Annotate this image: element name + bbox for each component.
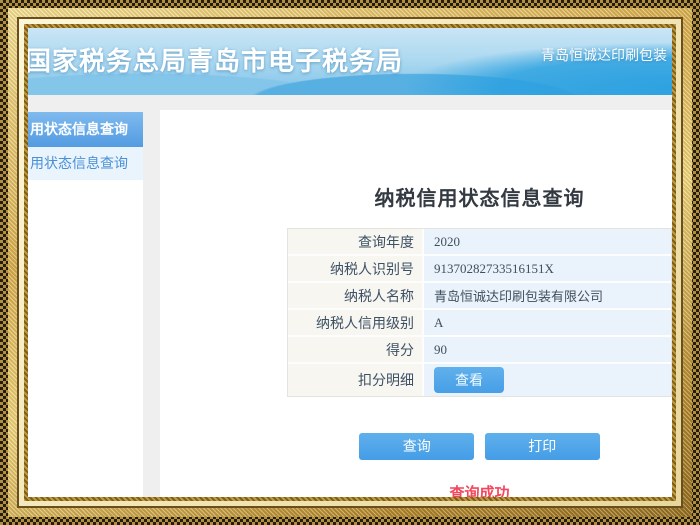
table-row: 纳税人识别号 91370282733516151X xyxy=(288,256,671,283)
table-row: 扣分明细 查看 xyxy=(288,364,671,396)
main-panel: 纳税信用状态信息查询 查询年度 2020 纳税人识别号 913702827335… xyxy=(160,110,672,497)
page-content: 国家税务总局青岛市电子税务局 青岛恒诚达印刷包装 用状态信息查询 用状态信息查询… xyxy=(28,28,672,497)
row-label-deduction-detail: 扣分明细 xyxy=(288,364,424,396)
query-button[interactable]: 查询 xyxy=(359,433,474,460)
table-row: 得分 90 xyxy=(288,337,671,364)
gold-frame-cream-band: 国家税务总局青岛市电子税务局 青岛恒诚达印刷包装 用状态信息查询 用状态信息查询… xyxy=(19,19,681,506)
gold-frame-outer: 国家税务总局青岛市电子税务局 青岛恒诚达印刷包装 用状态信息查询 用状态信息查询… xyxy=(0,0,700,525)
row-value-credit-level: A xyxy=(424,310,671,337)
sidebar-item-credit-status-query[interactable]: 用状态信息查询 xyxy=(28,147,143,180)
row-value-score: 90 xyxy=(424,337,671,364)
gold-frame-line: 国家税务总局青岛市电子税务局 青岛恒诚达印刷包装 用状态信息查询 用状态信息查询… xyxy=(17,17,683,508)
site-title: 国家税务总局青岛市电子税务局 xyxy=(28,41,403,78)
query-form: 纳税信用状态信息查询 查询年度 2020 纳税人识别号 913702827335… xyxy=(287,110,672,497)
gold-frame-band: 国家税务总局青岛市电子税务局 青岛恒诚达印刷包装 用状态信息查询 用状态信息查询… xyxy=(8,8,692,517)
row-value-deduction-detail: 查看 xyxy=(424,364,671,396)
row-label-score: 得分 xyxy=(288,337,424,364)
status-message: 查询成功 xyxy=(287,482,672,497)
gold-frame-inner-dots: 国家税务总局青岛市电子税务局 青岛恒诚达印刷包装 用状态信息查询 用状态信息查询… xyxy=(24,24,676,501)
row-value-query-year: 2020 xyxy=(424,229,671,256)
row-label-credit-level: 纳税人信用级别 xyxy=(288,310,424,337)
row-label-taxpayer-name: 纳税人名称 xyxy=(288,283,424,310)
table-row: 纳税人名称 青岛恒诚达印刷包装有限公司 xyxy=(288,283,671,310)
print-button[interactable]: 打印 xyxy=(485,433,600,460)
row-value-taxpayer-id: 91370282733516151X xyxy=(424,256,671,283)
table-row: 查询年度 2020 xyxy=(288,229,671,256)
site-header-banner: 国家税务总局青岛市电子税务局 青岛恒诚达印刷包装 xyxy=(28,28,672,95)
row-value-taxpayer-name: 青岛恒诚达印刷包装有限公司 xyxy=(424,283,671,310)
action-button-row: 查询 打印 xyxy=(287,433,672,460)
sidebar-menu-header[interactable]: 用状态信息查询 xyxy=(28,112,143,147)
row-label-query-year: 查询年度 xyxy=(288,229,424,256)
sidebar: 用状态信息查询 用状态信息查询 xyxy=(28,112,143,497)
page-title: 纳税信用状态信息查询 xyxy=(287,182,672,211)
credit-status-table: 查询年度 2020 纳税人识别号 91370282733516151X 纳税人名… xyxy=(287,228,672,397)
logged-in-company: 青岛恒诚达印刷包装 xyxy=(541,45,667,65)
row-label-taxpayer-id: 纳税人识别号 xyxy=(288,256,424,283)
table-row: 纳税人信用级别 A xyxy=(288,310,671,337)
view-detail-button[interactable]: 查看 xyxy=(434,367,504,393)
